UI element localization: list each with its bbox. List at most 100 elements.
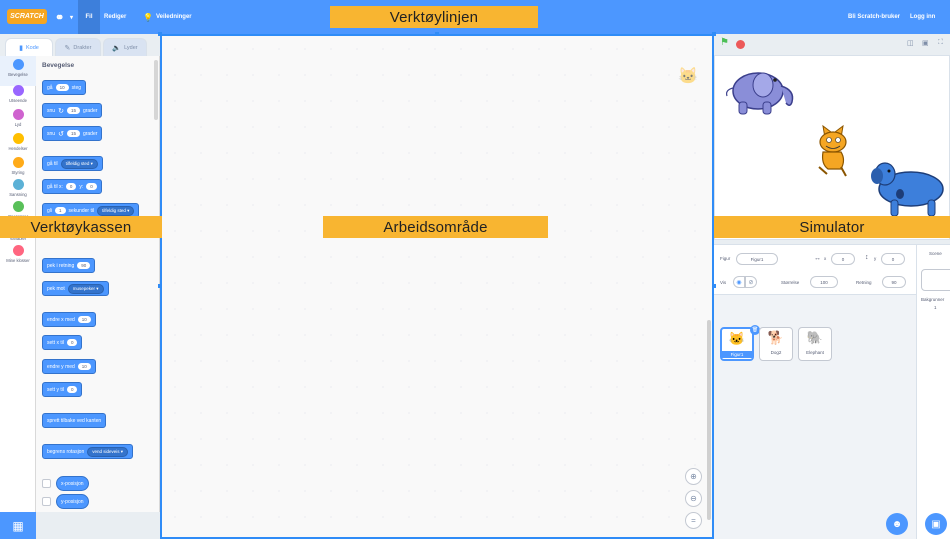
speaker-icon: 🔈 xyxy=(112,44,122,52)
block-number-input[interactable]: 15 xyxy=(66,130,80,137)
stage-panel-title: Scene xyxy=(929,251,942,256)
editor-tabs: ▮ Kode ✎ Drakter 🔈 Lyder xyxy=(0,34,160,56)
annotation-simulator: Simulator xyxy=(714,216,950,238)
reporter-y-position[interactable]: y-posisjon xyxy=(56,494,89,509)
direction-input[interactable]: 90 xyxy=(882,276,906,288)
x-input[interactable]: 0 xyxy=(831,253,855,265)
chevron-down-icon[interactable]: ▾ xyxy=(70,0,73,34)
workspace-scrollbar[interactable] xyxy=(707,320,711,520)
block-change-y[interactable]: endre y med 10 xyxy=(42,359,96,374)
block-bounce-on-edge[interactable]: sprett tilbake ved kanten xyxy=(42,413,107,428)
zoom-in-icon: ⊕ xyxy=(690,472,697,481)
add-extension-button[interactable]: ▦ xyxy=(0,512,36,539)
backdrops-count: 1 xyxy=(934,305,937,310)
block-point-towards[interactable]: pek mot musepeker ▾ xyxy=(42,281,109,296)
reporter-x-position[interactable]: x-posisjon xyxy=(56,476,89,491)
equals-icon: = xyxy=(691,516,696,525)
dog-sprite[interactable] xyxy=(871,162,944,217)
tab-sounds-label: Lyder xyxy=(124,44,138,51)
block-number-input[interactable]: 15 xyxy=(66,107,80,114)
zoom-out-icon: ⊖ xyxy=(690,494,697,503)
globe-icon[interactable]: ⚭ xyxy=(55,0,64,34)
category-label: Bevegelse xyxy=(8,72,28,77)
block-number-input[interactable]: 0 xyxy=(65,183,77,190)
tab-code[interactable]: ▮ Kode xyxy=(5,38,53,56)
sprite-thumb-figur1[interactable]: 🗑 🐱 Figur1 xyxy=(720,325,760,361)
backdrop-thumbnail[interactable] xyxy=(921,269,950,291)
block-dropdown[interactable]: tilfeldig sted ▾ xyxy=(60,158,98,169)
palette-scrollbar[interactable] xyxy=(154,60,158,120)
fullscreen-icon[interactable]: ⛶ xyxy=(938,39,948,49)
stop-button[interactable] xyxy=(736,40,745,49)
block-point-in-direction[interactable]: pek i retning 90 xyxy=(42,258,96,273)
sprite-thumb-elephant[interactable]: 🐘 Elephant xyxy=(798,327,832,361)
sprite-thumb-label: Dog2 xyxy=(770,350,782,355)
sprite-name-label: Figur xyxy=(720,256,731,261)
show-hidden-button[interactable]: ⊘ xyxy=(745,276,757,288)
menu-file[interactable]: Fil xyxy=(78,0,100,34)
block-text: snu xyxy=(47,107,56,114)
block-move-steps[interactable]: gå 10 steg xyxy=(42,80,87,95)
category-label: Styring xyxy=(11,170,25,175)
size-input[interactable]: 100 xyxy=(810,276,838,288)
menu-edit[interactable]: Rediger xyxy=(104,0,126,34)
block-dropdown[interactable]: tilfeldig sted ▾ xyxy=(97,205,135,216)
block-change-x[interactable]: endre x med 10 xyxy=(42,312,96,327)
category-my-blocks[interactable]: Mine klosser xyxy=(0,242,36,272)
block-number-input[interactable]: 0 xyxy=(86,183,97,190)
block-number-input[interactable]: 10 xyxy=(77,363,91,370)
menu-tutorials[interactable]: 💡 Veiledninger xyxy=(143,0,192,34)
block-text: gå xyxy=(47,84,53,91)
join-scratch-link[interactable]: Bli Scratch-bruker xyxy=(848,0,900,34)
block-dropdown[interactable]: vend sideveis ▾ xyxy=(87,446,129,457)
choose-sprite-button[interactable]: ☻ xyxy=(886,513,908,535)
category-label: Lyd xyxy=(14,122,22,127)
elephant-sprite[interactable] xyxy=(726,72,794,115)
annotation-toolbar: Verktøylinjen xyxy=(330,6,538,28)
sprite-name-input[interactable]: Figur1 xyxy=(736,253,778,265)
zoom-out-button[interactable]: ⊖ xyxy=(685,490,702,507)
small-stage-icon[interactable]: ◫ xyxy=(907,39,917,49)
block-text: steg xyxy=(71,84,82,91)
checkbox-x-position[interactable] xyxy=(42,479,51,488)
selection-handle xyxy=(712,284,716,288)
block-go-to-xy[interactable]: gå til x: 0 y: 0 xyxy=(42,179,102,194)
green-flag-icon[interactable]: ⚑ xyxy=(720,37,729,48)
show-label: Vis xyxy=(720,280,727,285)
category-label: Sansning xyxy=(9,192,27,197)
sprite-thumb-dog2[interactable]: 🐕 Dog2 xyxy=(759,327,793,361)
zoom-in-button[interactable]: ⊕ xyxy=(685,468,702,485)
block-set-x[interactable]: sett x til 0 xyxy=(42,335,83,350)
code-workspace[interactable]: 🐱 ⊕ ⊖ = xyxy=(160,34,714,539)
block-number-input[interactable]: 10 xyxy=(77,316,91,323)
sign-in-link[interactable]: Logg inn xyxy=(910,0,935,34)
choose-backdrop-button[interactable]: ▣ xyxy=(925,513,947,535)
block-dropdown[interactable]: musepeker ▾ xyxy=(67,283,104,294)
block-set-y[interactable]: sett y til 0 xyxy=(42,382,83,397)
block-turn-left[interactable]: snu ↺ 15 grader xyxy=(42,126,103,141)
block-palette: Bevegelse gå 10 steg snu ↻ 15 grader snu… xyxy=(36,56,160,512)
category-label: Hendelser xyxy=(8,146,28,151)
large-stage-icon[interactable]: ▣ xyxy=(922,39,932,49)
tab-sounds[interactable]: 🔈 Lyder xyxy=(103,38,147,56)
scratch-logo[interactable]: SCRATCH xyxy=(7,9,47,24)
tab-costumes[interactable]: ✎ Drakter xyxy=(55,38,101,56)
stage-panel[interactable]: Scene Bakgrunner 1 ▣ xyxy=(916,244,950,539)
block-number-input[interactable]: 10 xyxy=(55,84,69,91)
block-number-input[interactable]: 1 xyxy=(55,207,66,214)
block-set-rotation-style[interactable]: begrens rotasjon vend sideveis ▾ xyxy=(42,444,134,459)
show-visible-button[interactable]: ◉ xyxy=(733,276,745,288)
y-input[interactable]: 0 xyxy=(881,253,905,265)
stage-canvas[interactable] xyxy=(714,55,950,240)
category-dot xyxy=(12,59,24,70)
block-number-input[interactable]: 0 xyxy=(66,339,78,346)
block-number-input[interactable]: 0 xyxy=(66,386,78,393)
tab-costumes-label: Drakter xyxy=(73,44,92,51)
block-turn-right[interactable]: snu ↻ 15 grader xyxy=(42,103,103,118)
checkbox-y-position[interactable] xyxy=(42,497,51,506)
zoom-reset-button[interactable]: = xyxy=(685,512,702,529)
cat-sprite[interactable] xyxy=(818,124,847,177)
category-dot xyxy=(12,179,24,190)
block-go-to[interactable]: gå til tilfeldig sted ▾ xyxy=(42,156,103,171)
block-number-input[interactable]: 90 xyxy=(77,262,91,269)
